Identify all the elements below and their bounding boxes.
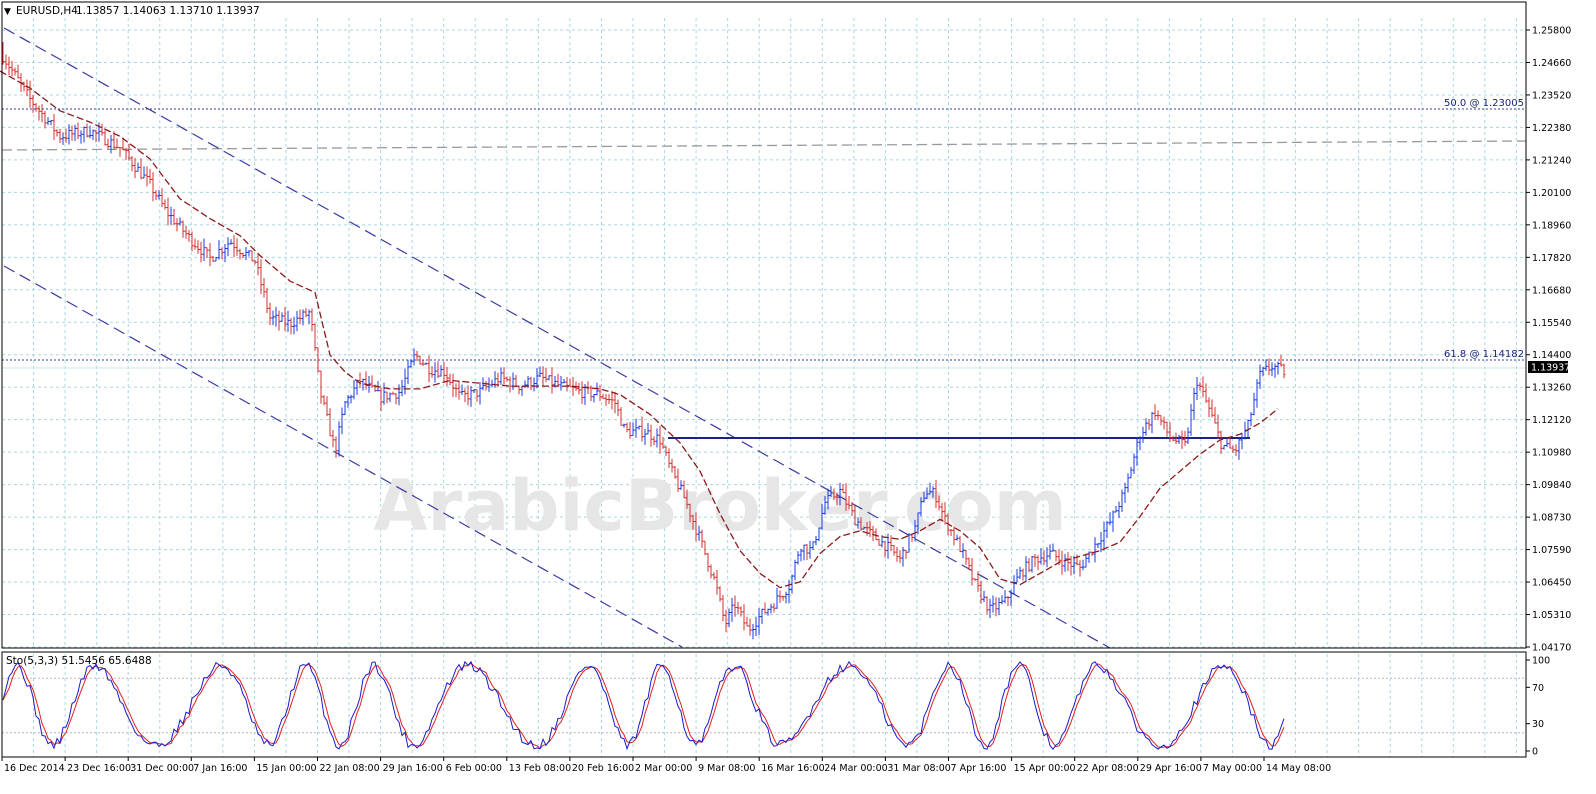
price-tick-label: 1.22380 [1532, 123, 1571, 134]
time-tick-label: 31 Dec 00:00 [130, 763, 194, 774]
stoch-tick-label: 70 [1532, 683, 1544, 694]
price-tick-label: 1.23520 [1532, 90, 1571, 101]
time-tick-label: 15 Apr 00:00 [1014, 763, 1076, 774]
current-price-label: 1.13937 [1531, 363, 1570, 374]
stochastic-layer [2, 660, 1526, 751]
symbol-label: EURUSD,H4 [16, 5, 78, 17]
price-tick-label: 1.04170 [1532, 643, 1571, 654]
symbol-dropdown-icon[interactable]: ▼ [4, 7, 11, 17]
ohlc-label: 1.13857 1.14063 1.13710 1.13937 [76, 5, 260, 17]
time-axis: 16 Dec 2014 23 Dec 16:00 31 Dec 00:00 7 Jan… [1, 757, 1331, 774]
main-panel-border [1, 1, 1527, 649]
stoch-tick-label: 30 [1532, 719, 1544, 730]
time-tick-label: 15 Jan 00:00 [256, 763, 316, 774]
price-tick-label: 1.05310 [1532, 610, 1571, 621]
time-tick-label: 20 Feb 16:00 [572, 763, 634, 774]
time-tick-label: 6 Feb 00:00 [446, 763, 502, 774]
gray-trend-line [1, 140, 1527, 151]
price-tick-label: 1.08730 [1532, 513, 1571, 524]
price-tick-label: 1.09840 [1532, 480, 1571, 491]
stoch-tick-label: 100 [1532, 656, 1550, 667]
price-tick-label: 1.15540 [1532, 318, 1571, 329]
time-tick-label: 7 May 00:00 [1203, 763, 1262, 774]
time-tick-label: 22 Apr 08:00 [1077, 763, 1139, 774]
price-tick-label: 1.10980 [1532, 448, 1571, 459]
time-tick-label: 29 Apr 16:00 [1140, 763, 1202, 774]
price-tick-label: 1.06450 [1532, 578, 1571, 589]
price-tick-label: 1.16680 [1532, 285, 1571, 296]
channel-lower-line [3, 265, 683, 648]
time-tick-label: 7 Jan 16:00 [193, 763, 247, 774]
time-tick-label: 29 Jan 16:00 [383, 763, 443, 774]
price-tick-label: 1.24660 [1532, 58, 1571, 69]
price-tick-label: 1.25800 [1532, 26, 1571, 37]
stoch-main-line [2, 660, 1285, 751]
time-tick-label: 22 Jan 08:00 [320, 763, 380, 774]
stoch-tick-label: 0 [1532, 747, 1538, 758]
stoch-panel-border [1, 651, 1527, 758]
time-tick-label: 23 Dec 16:00 [67, 763, 131, 774]
chart-svg: ArabicBroker.com ▼ EURUSD,H4 1.13857 1.1… [0, 1, 1571, 774]
price-tick-label: 1.18960 [1532, 220, 1571, 231]
overlay-lines-layer [1, 27, 1527, 649]
frame-layer [1, 1, 1527, 758]
time-tick-label: 16 Dec 2014 [4, 763, 65, 774]
stochastic-label: Sto(5,3,3) 51.5456 65.6488 [6, 655, 152, 667]
price-tick-label: 1.17820 [1532, 253, 1571, 264]
time-tick-label: 24 Mar 00:00 [824, 763, 887, 774]
price-tick-label: 1.13260 [1532, 383, 1571, 394]
trading-chart: ArabicBroker.com ▼ EURUSD,H4 1.13857 1.1… [0, 0, 1596, 790]
fib-618-label: 61.8 @ 1.14182 [1444, 349, 1524, 360]
time-tick-label: 31 Mar 08:00 [887, 763, 950, 774]
price-tick-label: 1.20100 [1532, 188, 1571, 199]
price-tick-label: 1.12120 [1532, 415, 1571, 426]
price-tick-label: 1.14400 [1532, 350, 1571, 361]
time-tick-label: 14 May 08:00 [1266, 763, 1331, 774]
time-tick-label: 13 Feb 08:00 [509, 763, 571, 774]
time-tick-label: 16 Mar 16:00 [761, 763, 824, 774]
stochastic-axis: 100 70 30 0 [1526, 656, 1550, 758]
time-tick-label: 9 Mar 08:00 [698, 763, 755, 774]
channel-upper-line [3, 27, 1111, 649]
watermark-text: ArabicBroker.com [373, 465, 1066, 547]
price-axis: 1.25800 1.24660 1.23520 1.22380 1.21240 1.201… [1526, 26, 1571, 654]
time-tick-label: 2 Mar 00:00 [635, 763, 692, 774]
price-tick-label: 1.21240 [1532, 155, 1571, 166]
grid-layer [1, 18, 1526, 757]
time-tick-label: 7 Apr 16:00 [951, 763, 1007, 774]
price-tick-label: 1.07590 [1532, 545, 1571, 556]
fib-50-label: 50.0 @ 1.23005 [1444, 98, 1524, 109]
